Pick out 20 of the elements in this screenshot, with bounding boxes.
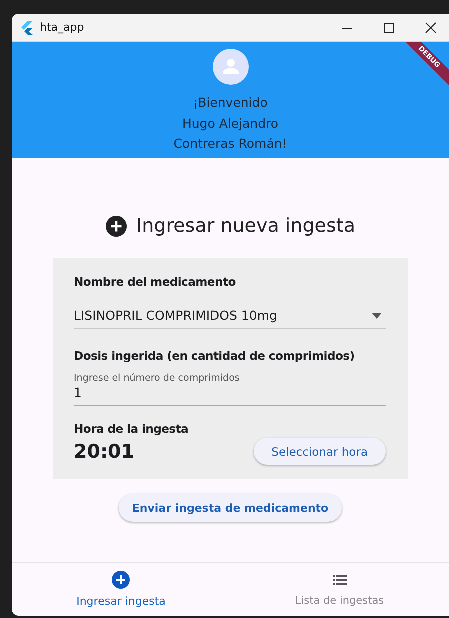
add-circle-icon: [112, 571, 130, 589]
nav-tab[interactable]: Lista de ingestas: [230, 563, 449, 614]
dose-field[interactable]: Ingrese el número de comprimidos 1: [74, 373, 386, 406]
welcome-text: Contreras Román!: [174, 135, 288, 153]
add-circle-icon: [106, 216, 127, 236]
welcome-text: Hugo Alejandro: [182, 114, 279, 133]
medication-dropdown[interactable]: LISINOPRIL COMPRIMIDOS 10mg: [74, 299, 386, 329]
app-logo-icon: [20, 20, 34, 34]
field-label: Nombre del medicamento: [74, 274, 237, 291]
window-title: hta_app: [40, 21, 86, 34]
submit-button[interactable]: Enviar ingesta de medicamento: [119, 494, 342, 522]
caret-icon: [372, 312, 382, 318]
select-time-button[interactable]: Seleccionar hora: [254, 438, 386, 465]
form-title: Ingresar nueva ingesta: [136, 215, 356, 237]
time-value: 20:01: [74, 440, 134, 462]
welcome-text: ¡Bienvenido: [193, 94, 268, 112]
avatar-icon: [212, 49, 248, 85]
nav-tab[interactable]: Ingresar ingesta: [12, 563, 230, 614]
field-label: Hora de la ingesta: [74, 421, 190, 438]
field-label: Dosis ingerida (en cantidad de comprimidos): [74, 348, 356, 365]
